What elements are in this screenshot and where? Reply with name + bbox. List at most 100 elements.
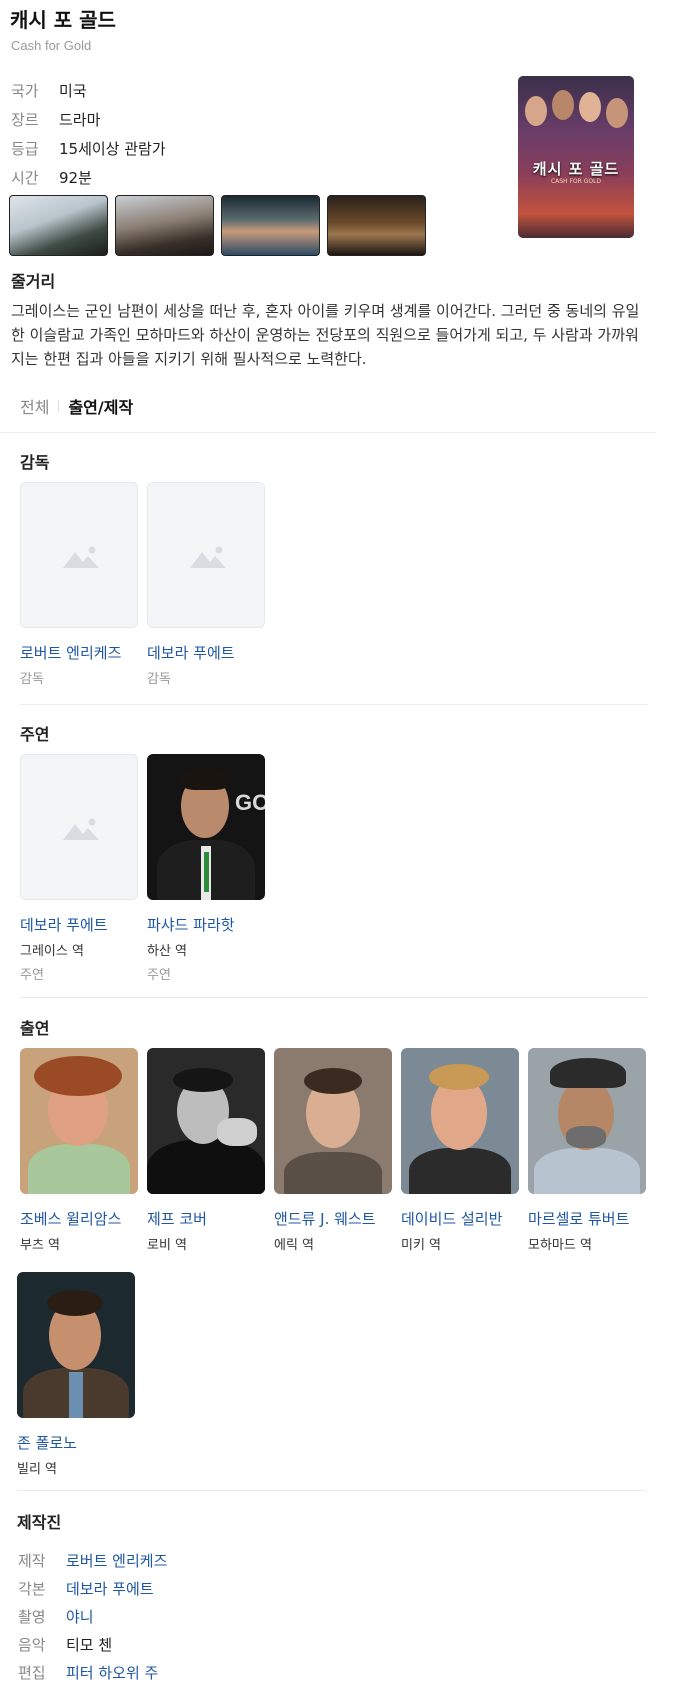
person-card[interactable]: 로버트 엔리케즈 감독 [20,482,138,687]
crew-key: 편집 [18,1663,46,1682]
person-card[interactable]: 데이비드 설리반 미키 역 [401,1048,519,1253]
person-role: 에릭 역 [274,1238,315,1253]
person-name[interactable]: 조베스 윌리암스 [20,1208,138,1229]
person-name[interactable]: 파샤드 파라핫 [147,914,265,935]
photo-hair [47,1290,103,1316]
info-value: 미국 [59,82,87,100]
poster-face [551,90,574,120]
crew-row: 촬영 야니 [18,1602,167,1630]
divider [20,997,648,998]
person-photo [17,1272,135,1418]
poster-face [524,96,547,126]
photo-body [284,1152,382,1194]
photo-hair [34,1056,122,1096]
person-name[interactable]: 앤드류 J. 웨스트 [274,1208,392,1229]
synopsis-text: 그레이스는 군인 남편이 세상을 떠난 후, 혼자 아이를 키우며 생계를 이어… [11,302,640,368]
crew-value: 티모 첸 [66,1635,113,1654]
poster-face [605,98,628,128]
person-name[interactable]: 데보라 푸에트 [20,914,138,935]
photo-beard [566,1126,606,1148]
poster-faces [518,82,634,152]
person-name[interactable]: 데이비드 설리반 [401,1208,519,1229]
photo-body [409,1148,511,1194]
photo-body [147,1140,265,1194]
photo-shirt [69,1372,83,1418]
photo-hair [304,1068,362,1094]
info-value: 15세이상 관람가 [59,140,166,158]
photo-hair [173,1068,233,1092]
info-value: 92분 [59,169,92,187]
still-image[interactable] [9,195,108,256]
person-name[interactable]: 존 폴로노 [17,1432,135,1453]
still-image[interactable] [221,195,320,256]
person-card[interactable]: 제프 코버 로비 역 [147,1048,265,1253]
poster-subtitle: CASH FOR GOLD [550,178,602,185]
crew-key: 촬영 [18,1607,46,1626]
person-photo [401,1048,519,1194]
tab-all[interactable]: 전체 [20,394,49,418]
photo-hair [181,768,229,790]
crew-row: 음악 티모 첸 [18,1630,167,1658]
person-card[interactable]: 존 폴로노 빌리 역 [17,1272,135,1477]
image-placeholder-icon [190,546,226,568]
tab-divider [58,400,60,412]
movie-poster[interactable]: 캐시 포 골드 CASH FOR GOLD [518,76,634,238]
person-card[interactable]: 마르셀로 튜버트 모하마드 역 [528,1048,646,1253]
placeholder-image [20,482,138,628]
person-card[interactable]: 데보라 푸에트 그레이스 역 주연 [20,754,138,983]
still-image[interactable] [115,195,214,256]
photo-backdrop-text: GO [235,790,265,815]
person-photo [274,1048,392,1194]
person-role: 부츠 역 [20,1238,61,1253]
photo-hand [217,1118,257,1146]
person-sub: 주연 [20,968,44,983]
info-row-country: 국가 미국 [11,76,166,105]
crew-row: 편집 피터 하오위 주 [18,1658,167,1686]
still-image[interactable] [327,195,426,256]
info-key: 국가 [11,82,39,100]
info-key: 시간 [11,169,39,187]
divider [0,432,656,433]
person-name[interactable]: 마르셀로 튜버트 [528,1208,646,1229]
original-title: Cash for Gold [11,38,92,53]
crew-key: 각본 [18,1579,46,1598]
info-key: 장르 [11,111,39,129]
person-name[interactable]: 제프 코버 [147,1208,265,1229]
photo-cap [550,1058,626,1088]
photo-body [28,1144,130,1194]
crew-value-link[interactable]: 로버트 엔리케즈 [66,1550,167,1571]
crew-value-link[interactable]: 피터 하오위 주 [66,1662,158,1683]
info-row-runtime: 시간 92분 [11,163,166,192]
directors-heading: 감독 [20,453,50,472]
info-row-genre: 장르 드라마 [11,105,166,134]
tab-cast-crew[interactable]: 출연/제작 [68,394,133,418]
person-card[interactable]: GO 파샤드 파라핫 하산 역 주연 [147,754,265,983]
crew-value-link[interactable]: 야니 [66,1606,94,1627]
person-card[interactable]: 앤드류 J. 웨스트 에릭 역 [274,1048,392,1253]
info-value: 드라마 [59,111,101,129]
person-photo: GO [147,754,265,900]
person-card[interactable]: 조베스 윌리암스 부츠 역 [20,1048,138,1253]
crew-heading: 제작진 [17,1513,62,1532]
person-card[interactable]: 데보라 푸에트 감독 [147,482,265,687]
person-name[interactable]: 로버트 엔리케즈 [20,642,138,663]
person-sub: 주연 [147,968,171,983]
info-row-rating: 등급 15세이상 관람가 [11,134,166,163]
divider [17,1490,645,1491]
crew-value-link[interactable]: 데보라 푸에트 [66,1578,154,1599]
poster-title: 캐시 포 골드 [532,160,620,178]
synopsis-heading: 줄거리 [11,272,56,291]
person-name[interactable]: 데보라 푸에트 [147,642,265,663]
divider [20,704,648,705]
photo-tie [204,852,209,892]
still-gallery [9,195,426,256]
person-photo [147,1048,265,1194]
info-table: 국가 미국 장르 드라마 등급 15세이상 관람가 시간 92분 [11,76,166,192]
crew-row: 제작 로버트 엔리케즈 [18,1546,167,1574]
page-title: 캐시 포 골드 [10,8,116,32]
person-role: 모하마드 역 [528,1238,592,1253]
tab-bar: 전체 출연/제작 [20,394,133,418]
person-role: 빌리 역 [17,1462,58,1477]
photo-body [534,1148,640,1194]
person-role: 미키 역 [401,1238,442,1253]
